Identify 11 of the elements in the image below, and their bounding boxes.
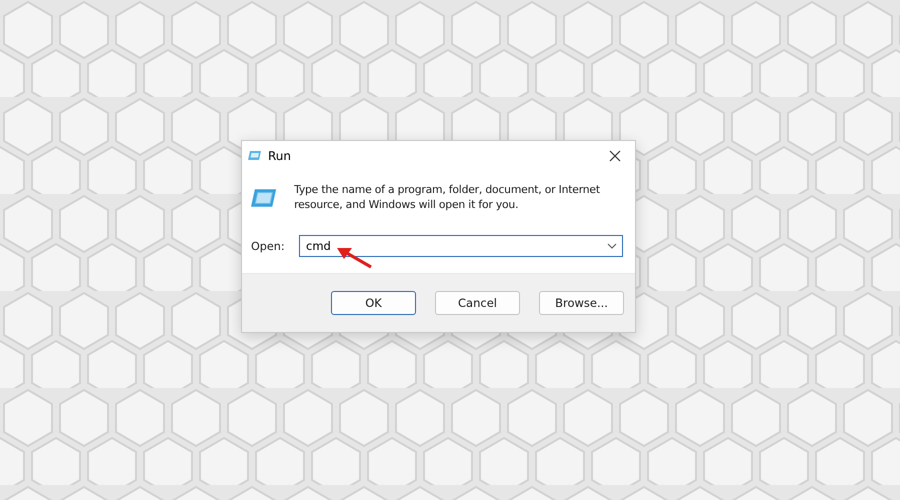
run-app-icon <box>248 150 262 161</box>
dialog-button[interactable]: Cancel <box>435 291 520 315</box>
dropdown-caret-icon[interactable] <box>607 243 617 249</box>
dialog-button[interactable]: Browse... <box>539 291 624 315</box>
open-label: Open: <box>251 240 286 252</box>
run-program-icon <box>251 188 278 208</box>
open-combo-field[interactable]: cmd <box>299 235 623 257</box>
close-icon <box>609 150 621 162</box>
instruction-text: Type the name of a program, folder, document, or Internet resource, and Windows will open it for you. <box>294 182 601 212</box>
window-title: Run <box>268 148 292 162</box>
dialog-button[interactable]: OK <box>331 291 416 315</box>
